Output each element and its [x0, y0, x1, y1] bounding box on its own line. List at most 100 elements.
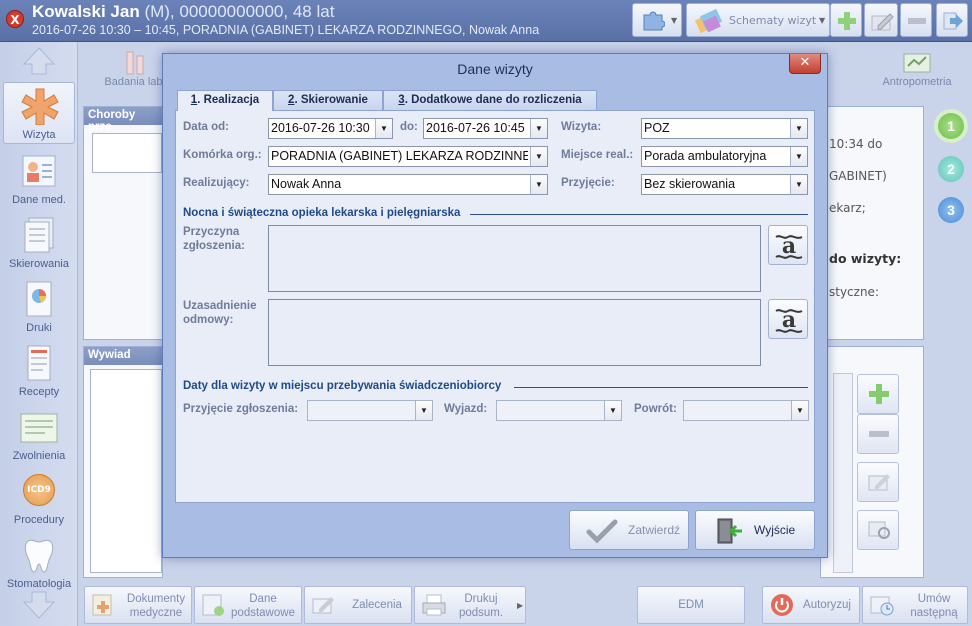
sidebar-item-label: Recepty — [18, 386, 60, 398]
chevron-down-icon[interactable]: ▼ — [530, 119, 547, 138]
puzzle-menu-button[interactable]: ▼ — [632, 3, 682, 37]
patient-name: Kowalski Jan — [32, 2, 140, 21]
sidebar-item-recepty[interactable]: Recepty — [0, 340, 78, 402]
sidebar-item-label: Skierowania — [9, 258, 69, 270]
tab-badania-lab-label: Badania lab. — [104, 76, 166, 88]
power-icon — [771, 594, 793, 616]
tab-dodatkowe-dane[interactable]: 3. Dodatkowe dane do rozliczenia — [383, 90, 597, 110]
choroby-table[interactable] — [92, 133, 162, 173]
sidebar-item-stomatologia[interactable]: Stomatologia — [0, 532, 78, 594]
export-button[interactable] — [936, 3, 968, 37]
sidebar-item-druki[interactable]: Druki — [0, 276, 78, 338]
autoryzuj-button[interactable]: Autoryzuj — [762, 586, 860, 624]
chevron-down-icon[interactable]: ▼ — [530, 175, 547, 194]
caduceus-icon — [21, 88, 59, 125]
schematy-wizyt-button[interactable]: Schematy wizyt ▼ — [686, 3, 830, 37]
edm-button[interactable]: EDM — [637, 586, 745, 624]
lab-icon — [126, 51, 144, 75]
button-label: podsum. — [458, 607, 504, 619]
step-3-badge[interactable]: 3 — [938, 197, 964, 223]
step-1-badge[interactable]: 1 — [938, 113, 964, 139]
zalecenia-button[interactable]: Zalecenia — [304, 586, 412, 624]
tab-badania-lab[interactable]: Badania lab. — [100, 50, 170, 100]
sick-leave-icon — [20, 413, 58, 443]
sidebar-item-dane-med[interactable]: Dane med. — [0, 148, 78, 210]
dane-wizyty-dialog: Dane wizyty ✕ 1. Realizacja 2. Skierowan… — [162, 53, 828, 558]
umow-nastepna-button[interactable]: Umów następną — [862, 586, 968, 624]
tab-antropometria[interactable]: Antropometria — [872, 50, 962, 100]
summary-line: do wizyty: — [829, 251, 902, 266]
search-item-button[interactable] — [857, 510, 899, 550]
przyjecie-value: Bez skierowania — [644, 177, 736, 191]
dane-podstawowe-button[interactable]: Dane podstawowe — [194, 586, 302, 624]
chevron-down-icon[interactable]: ▼ — [790, 175, 807, 194]
realizujacy-select[interactable]: Nowak Anna ▼ — [268, 174, 548, 195]
chevron-down-icon[interactable]: ▼ — [530, 147, 547, 166]
remove-button[interactable] — [900, 3, 932, 37]
dialog-close-button[interactable]: ✕ — [789, 54, 821, 74]
do-label: do: — [400, 121, 418, 133]
add-item-button[interactable] — [857, 374, 899, 414]
wizyta-select[interactable]: POZ ▼ — [641, 118, 808, 139]
miejsce-select[interactable]: Porada ambulatoryjna ▼ — [641, 146, 808, 167]
summary-line: 10:34 do — [829, 137, 883, 151]
button-label: podstawowe — [231, 607, 295, 619]
zatwierdz-button[interactable]: Zatwierdź — [569, 510, 689, 550]
edit-pencil-icon — [868, 474, 890, 491]
chevron-down-icon[interactable]: ▼ — [604, 401, 621, 420]
scroll-up-icon[interactable] — [22, 46, 56, 76]
scrollbar[interactable] — [833, 373, 853, 573]
chevron-down-icon[interactable]: ▼ — [375, 119, 392, 138]
edit-item-button[interactable] — [857, 462, 899, 502]
tab-label: . Skierowanie — [294, 94, 368, 106]
add-button[interactable] — [830, 3, 862, 37]
komorka-select[interactable]: PORADNIA (GABINET) LEKARZA RODZINNEGO ▼ — [268, 146, 548, 167]
visit-info: 2016-07-26 10:30 – 10:45, PORADNIA (GABI… — [32, 23, 540, 37]
printer-icon — [422, 594, 446, 616]
choroby-panel: Choroby prze — [83, 106, 163, 340]
uzasadnienie-label-line: odmowy: — [183, 314, 234, 326]
chevron-down-icon[interactable]: ▼ — [415, 401, 432, 420]
chevron-down-icon: ▼ — [819, 16, 826, 25]
chevron-down-icon[interactable]: ▼ — [790, 147, 807, 166]
summary-line: ekarz; — [829, 201, 866, 215]
data-od-picker[interactable]: 2016-07-26 10:30 ▼ — [268, 118, 393, 139]
tab-skierowanie[interactable]: 2. Skierowanie — [273, 90, 383, 110]
patient-details: (M), 00000000000, 48 lat — [144, 2, 335, 21]
sidebar-item-label: Procedury — [13, 514, 65, 526]
wyjazd-label: Wyjazd: — [444, 403, 488, 415]
spellcheck-button[interactable]: a — [768, 299, 808, 339]
tab-antropometria-label: Antropometria — [882, 76, 952, 88]
przyjecie-zgloszenia-picker[interactable]: ▼ — [307, 400, 433, 421]
puzzle-icon — [643, 11, 665, 31]
przyczyna-textarea[interactable] — [268, 225, 761, 292]
wyjscie-button[interactable]: Wyjście — [695, 510, 815, 550]
checkmark-icon — [586, 519, 618, 544]
scroll-down-icon[interactable] — [22, 590, 56, 622]
sidebar-item-label: Dane med. — [12, 194, 66, 206]
drukuj-podsumowanie-button[interactable]: Drukuj podsum. ▶ — [414, 586, 526, 624]
sidebar-item-procedury[interactable]: ICD9 Procedury — [0, 468, 78, 530]
step-2-badge[interactable]: 2 — [938, 156, 964, 182]
powrot-picker[interactable]: ▼ — [683, 400, 809, 421]
przyjecie-select[interactable]: Bez skierowania ▼ — [641, 174, 808, 195]
spellcheck-button[interactable]: a — [768, 225, 808, 265]
sidebar-item-skierowania[interactable]: Skierowania — [0, 212, 78, 274]
przyczyna-label: Przyczyna zgłoszenia: — [183, 225, 245, 253]
uzasadnienie-textarea[interactable] — [268, 299, 761, 366]
close-patient-icon[interactable]: X — [6, 10, 24, 28]
edit-button[interactable] — [864, 3, 898, 37]
data-do-picker[interactable]: 2016-07-26 10:45 ▼ — [423, 118, 548, 139]
wyjazd-picker[interactable]: ▼ — [496, 400, 622, 421]
sidebar-item-zwolnienia[interactable]: Zwolnienia — [0, 404, 78, 466]
wywiad-textarea[interactable] — [90, 369, 162, 573]
remove-item-button[interactable] — [857, 414, 899, 454]
exit-door-icon — [717, 518, 742, 544]
sidebar-item-wizyta[interactable]: Wizyta — [3, 82, 75, 144]
chevron-down-icon[interactable]: ▼ — [790, 119, 807, 138]
chevron-down-icon[interactable]: ▼ — [791, 401, 808, 420]
button-label: Zalecenia — [352, 599, 402, 611]
dokumenty-medyczne-button[interactable]: Dokumenty medyczne — [84, 586, 192, 624]
choroby-panel-title: Choroby prze — [84, 107, 162, 133]
tab-realizacja[interactable]: 1. Realizacja — [177, 90, 273, 111]
